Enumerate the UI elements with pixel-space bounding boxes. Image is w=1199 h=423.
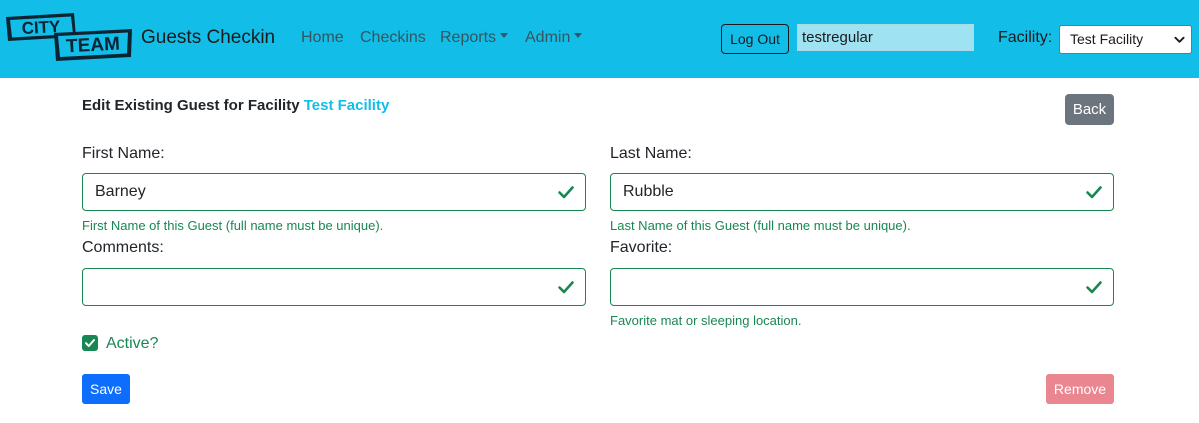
valid-check-icon [558,186,574,199]
caret-down-icon [574,33,583,39]
nav-home[interactable]: Home [301,29,344,47]
valid-check-icon [558,281,574,294]
nav-checkins[interactable]: Checkins [360,29,426,47]
valid-check-icon [1086,281,1102,294]
first-name-label: First Name: [82,145,165,162]
facility-select[interactable]: Test Facility [1059,25,1192,54]
last-name-help: Last Name of this Guest (full name must … [610,218,911,233]
first-name-input[interactable]: Barney [82,173,586,211]
facility-select-value: Test Facility [1070,31,1144,47]
svg-text:TEAM: TEAM [66,34,121,58]
first-name-help: First Name of this Guest (full name must… [82,218,384,233]
first-name-value: Barney [95,183,146,200]
last-name-input[interactable]: Rubble [610,173,1114,211]
active-label[interactable]: Active? [106,335,158,353]
nav-admin-label: Admin [525,29,571,46]
checkmark-icon [85,339,95,347]
page-title: Edit Existing Guest for Facility Test Fa… [82,97,389,114]
active-checkbox[interactable] [82,335,98,351]
last-name-value: Rubble [623,183,674,200]
page-title-text: Edit Existing Guest for Facility [82,97,300,114]
city-team-logo[interactable]: CITY TEAM [4,13,134,63]
comments-input[interactable] [82,268,586,306]
chevron-down-icon [1174,36,1185,43]
remove-button[interactable]: Remove [1046,374,1114,404]
page-title-facility: Test Facility [303,97,390,114]
nav-reports-label: Reports [440,29,497,46]
favorite-input[interactable] [610,268,1114,306]
navbar: CITY TEAM Guests Checkin Home Checkins R… [0,0,1199,78]
facility-label: Facility: [998,29,1053,46]
save-button[interactable]: Save [82,374,130,404]
comments-label: Comments: [82,239,164,256]
valid-check-icon [1086,186,1102,199]
brand-title[interactable]: Guests Checkin [141,27,275,49]
favorite-label: Favorite: [610,239,673,256]
caret-down-icon [500,33,509,39]
nav-reports-dropdown[interactable]: Reports [440,29,509,47]
last-name-label: Last Name: [610,145,692,162]
favorite-help: Favorite mat or sleeping location. [610,313,802,328]
back-button[interactable]: Back [1065,94,1114,125]
logout-button[interactable]: Log Out [721,24,789,54]
username-field[interactable]: testregular [797,24,974,51]
nav-admin-dropdown[interactable]: Admin [525,29,583,47]
